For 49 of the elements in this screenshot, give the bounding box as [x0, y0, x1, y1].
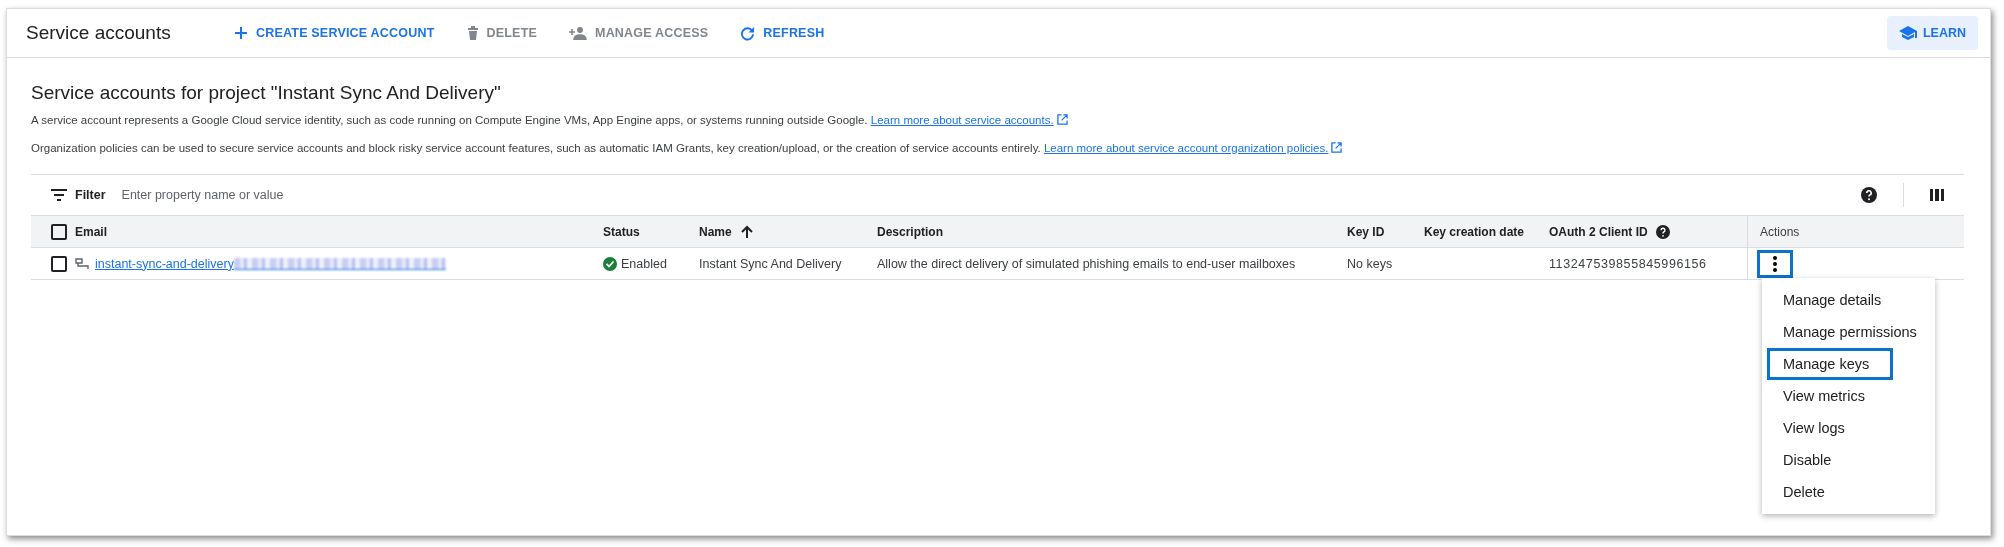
help-icon[interactable] — [1655, 224, 1670, 239]
service-account-icon — [75, 257, 89, 270]
columns-icon[interactable] — [1930, 188, 1944, 202]
description-paragraph: A service account represents a Google Cloud service identity, such as code running on Compute Engine VMs, App Engine apps, or systems running outside Google. Learn more about service accounts. — [31, 114, 1964, 126]
column-header: Status — [603, 224, 640, 239]
menu-item[interactable]: Manage permissions — [1767, 316, 1930, 348]
column-header: OAuth 2 Client ID — [1549, 224, 1648, 239]
column-header: Email — [75, 224, 107, 239]
table-cell: Enabled — [621, 256, 667, 271]
table-cell: 113247539855845996156 — [1549, 256, 1707, 271]
toolbar-button[interactable]: CREATE SERVICE ACCOUNT — [226, 21, 443, 45]
column-header: Actions — [1760, 224, 1800, 239]
menu-item[interactable]: Manage details — [1767, 284, 1930, 316]
table-cell: Allow the direct delivery of simulated phishing emails to end-user mailboxes — [877, 256, 1296, 271]
external-link-icon — [1056, 114, 1068, 125]
menu-item[interactable]: Manage keys — [1767, 348, 1893, 380]
help-icon[interactable] — [1861, 187, 1877, 203]
description-paragraph: Organization policies can be used to secure service accounts and block risky service account features, such as automatic IAM Grants, key creation/upload, or the creation of service accounts entirely. Learn more about service account organization policies. — [31, 142, 1964, 154]
plus-icon — [234, 26, 248, 40]
menu-item[interactable]: Disable — [1767, 444, 1930, 476]
menu-item[interactable]: View logs — [1767, 412, 1930, 444]
select-all-checkbox[interactable] — [51, 223, 67, 240]
row-checkbox[interactable] — [51, 255, 67, 272]
check-circle-icon — [603, 256, 617, 271]
filter-icon — [51, 189, 67, 201]
menu-item[interactable]: View metrics — [1767, 380, 1930, 412]
toolbar-button[interactable]: REFRESH — [732, 21, 833, 45]
menu-item[interactable]: Delete — [1767, 476, 1930, 508]
page-title: Service accounts — [26, 22, 172, 44]
trash-icon — [466, 26, 479, 40]
column-header: Key ID — [1347, 224, 1385, 239]
sort-arrow-icon[interactable] — [739, 224, 754, 239]
table-cell: Instant Sync And Delivery — [699, 256, 842, 271]
graduation-cap-icon — [1898, 26, 1917, 40]
learn-button[interactable]: LEARN — [1886, 16, 1978, 50]
learn-more-link[interactable]: Learn more about service account organization policies. — [1043, 142, 1329, 154]
learn-more-link[interactable]: Learn more about service accounts. — [870, 114, 1054, 126]
section-heading: Service accounts for project "Instant Sync And Delivery" — [31, 82, 502, 104]
refresh-icon — [740, 25, 756, 41]
filter-label: Filter — [75, 188, 106, 202]
table-cell: No keys — [1347, 256, 1393, 271]
external-link-icon — [1331, 142, 1343, 153]
person-add-icon — [569, 26, 587, 40]
column-header: Name — [699, 224, 732, 239]
column-header: Description — [877, 224, 943, 239]
kebab-icon — [1773, 255, 1777, 272]
more-actions-button[interactable] — [1757, 249, 1793, 278]
email-link[interactable]: instant-sync-and-delivery — [95, 256, 234, 271]
column-header: Key creation date — [1424, 224, 1525, 239]
